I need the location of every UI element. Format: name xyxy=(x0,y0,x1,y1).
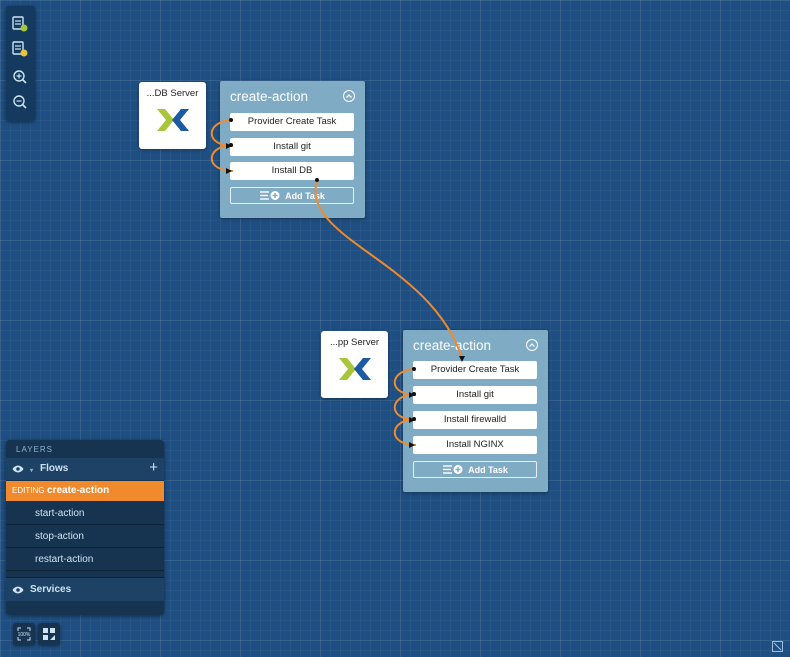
fit-to-screen-button[interactable]: 100% xyxy=(13,623,35,645)
flows-layer-row[interactable]: ▾ Flows + xyxy=(6,458,164,480)
service-card-app[interactable]: ...pp Server xyxy=(321,331,388,398)
collapse-button[interactable] xyxy=(526,339,538,351)
fit-screen-icon: 100% xyxy=(17,627,31,641)
eye-icon[interactable] xyxy=(12,465,24,473)
layers-panel: LAYERS ▾ Flows + EDITING create-action s… xyxy=(6,440,164,615)
layers-header: LAYERS xyxy=(16,445,53,454)
add-service-button[interactable] xyxy=(10,39,30,59)
add-service-icon xyxy=(12,41,28,57)
editing-prefix: EDITING xyxy=(12,486,45,495)
flow-item-label: restart-action xyxy=(35,554,94,565)
service-name: ...pp Server xyxy=(329,337,380,348)
flows-label: Flows xyxy=(40,463,69,474)
zoom-out-button[interactable] xyxy=(10,92,30,112)
grid-layout-icon xyxy=(43,628,55,640)
task-item[interactable]: Provider Create Task xyxy=(230,113,354,131)
zoom-out-icon xyxy=(13,95,27,109)
services-label: Services xyxy=(30,584,72,595)
nutanix-logo-icon xyxy=(339,358,371,380)
add-task-label: Add Task xyxy=(285,190,325,201)
flow-panel-db: create-action Provider Create Task Insta… xyxy=(220,81,365,218)
minimap-button[interactable] xyxy=(38,623,60,645)
services-layer-row[interactable]: Services xyxy=(6,577,164,601)
task-item[interactable]: Provider Create Task xyxy=(413,361,537,379)
add-task-button[interactable]: Add Task xyxy=(413,461,537,478)
flow-title: create-action xyxy=(413,338,492,353)
add-flow-button[interactable] xyxy=(10,14,30,34)
flow-panel-app: create-action Provider Create Task Insta… xyxy=(403,330,548,492)
flow-item-label: start-action xyxy=(35,508,85,519)
chevron-down-icon[interactable]: ▾ xyxy=(30,467,33,474)
canvas-toolbar xyxy=(6,6,35,121)
zoom-in-button[interactable] xyxy=(10,67,30,87)
add-flow-icon xyxy=(12,16,28,32)
add-flow-plus-icon[interactable]: + xyxy=(149,459,158,476)
add-task-icon xyxy=(260,191,280,200)
task-item[interactable]: Install DB xyxy=(230,162,354,180)
collapse-button[interactable] xyxy=(343,90,355,102)
flow-item[interactable]: restart-action xyxy=(6,549,164,571)
eye-icon[interactable] xyxy=(12,586,24,594)
task-item[interactable]: Install git xyxy=(413,386,537,404)
chevron-up-icon xyxy=(529,343,535,347)
add-task-button[interactable]: Add Task xyxy=(230,187,354,204)
add-task-icon xyxy=(443,465,463,474)
flow-item[interactable]: stop-action xyxy=(6,526,164,548)
add-task-label: Add Task xyxy=(468,464,508,475)
resize-corner-icon[interactable] xyxy=(772,641,783,652)
zoom-in-icon xyxy=(13,70,27,84)
service-name: ...DB Server xyxy=(146,88,199,99)
editing-flow-row[interactable]: EDITING create-action xyxy=(6,481,164,501)
nutanix-logo-icon xyxy=(157,109,189,131)
task-item[interactable]: Install git xyxy=(230,138,354,156)
fit-label: 100% xyxy=(18,632,31,638)
task-item[interactable]: Install firewalld xyxy=(413,411,537,429)
chevron-up-icon xyxy=(346,94,352,98)
flow-title: create-action xyxy=(230,89,309,104)
service-card-db[interactable]: ...DB Server xyxy=(139,82,206,149)
task-item[interactable]: Install NGINX xyxy=(413,436,537,454)
editing-flow-name: create-action xyxy=(47,485,110,496)
flow-item-label: stop-action xyxy=(35,531,84,542)
flow-item[interactable]: start-action xyxy=(6,503,164,525)
